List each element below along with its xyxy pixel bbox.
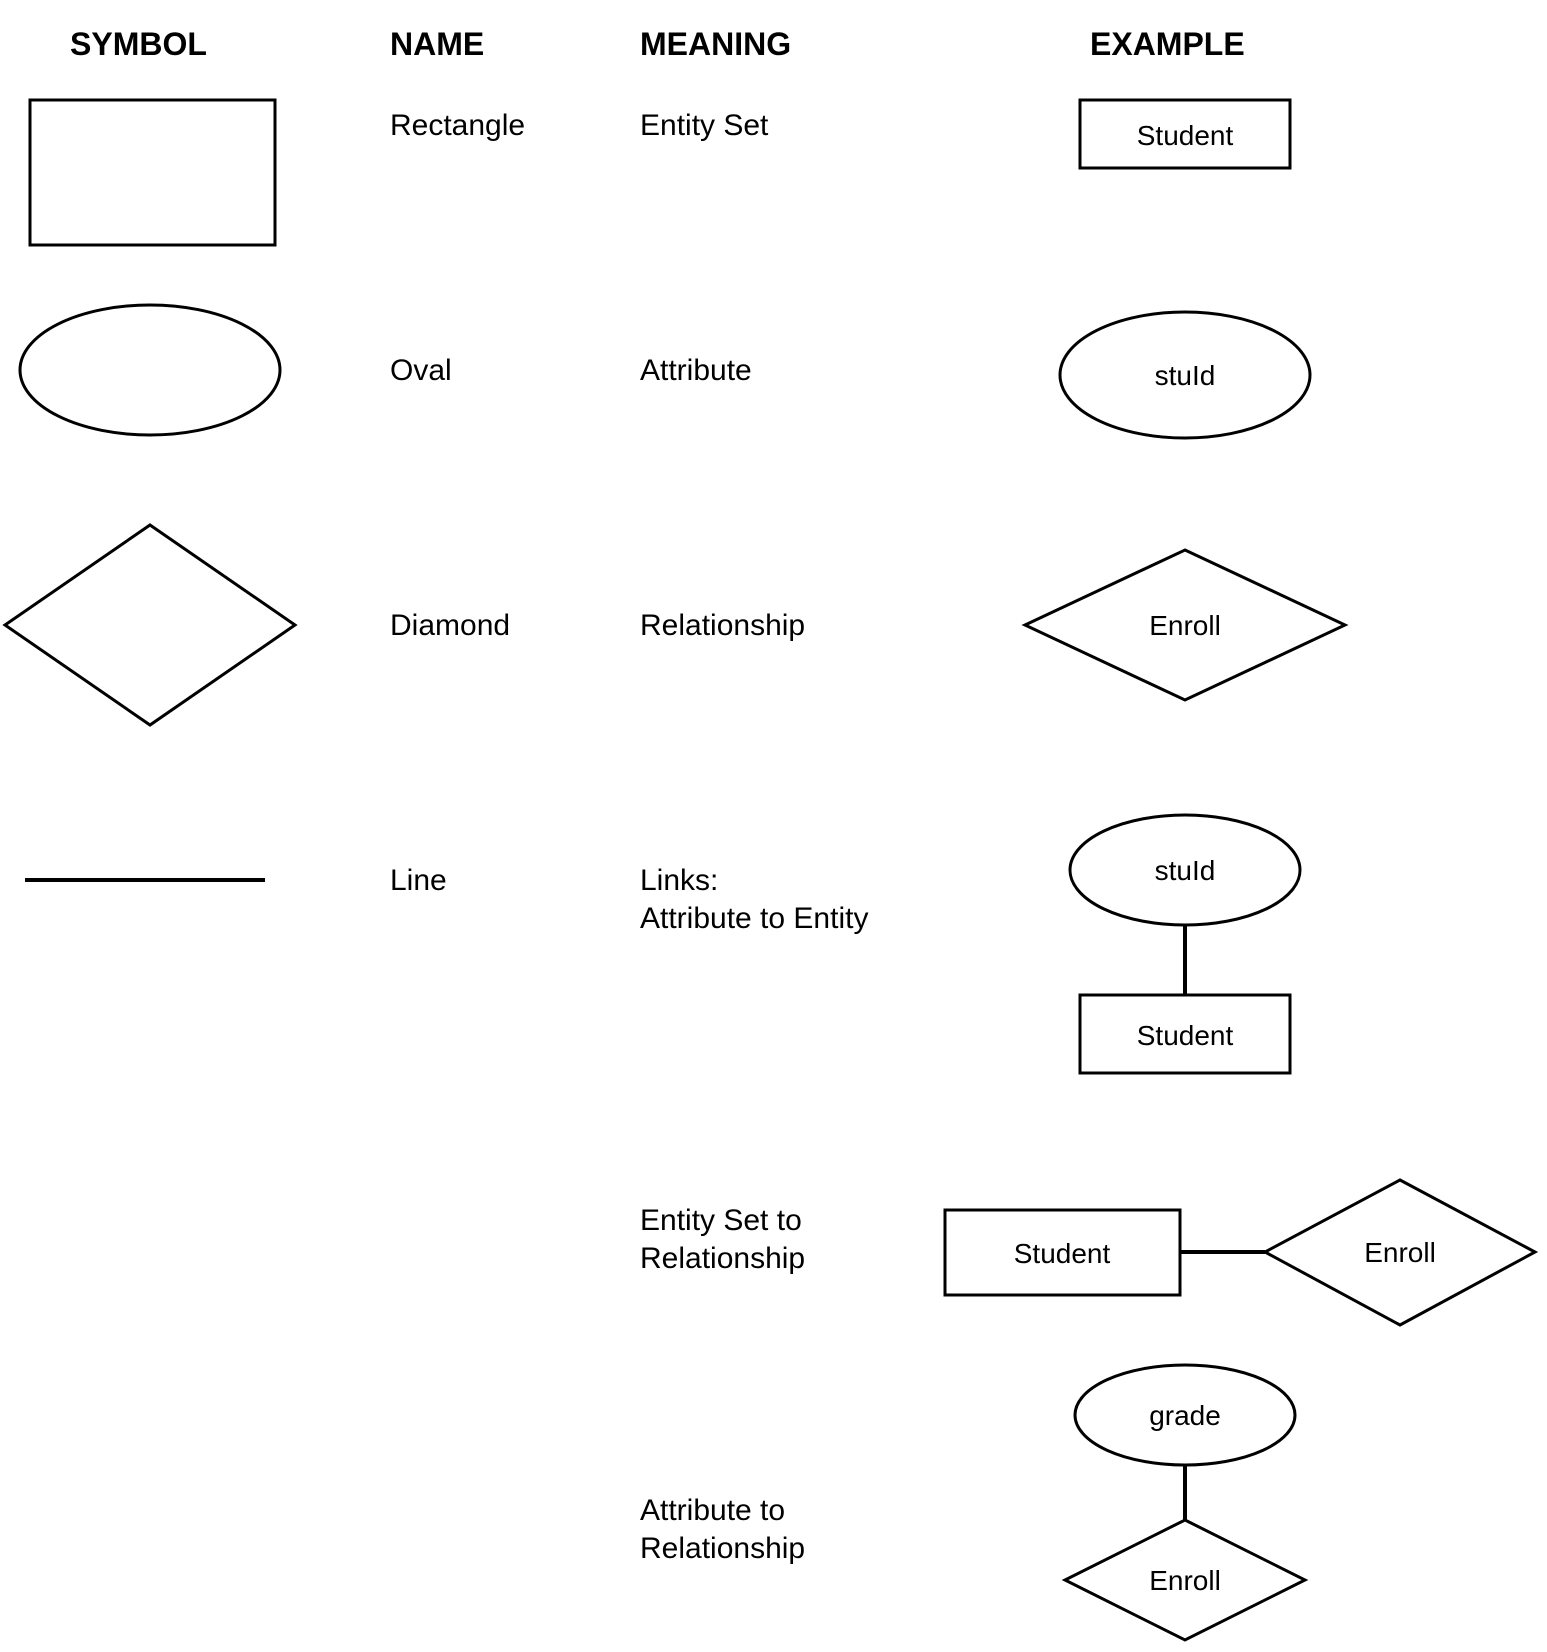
header-name: NAME xyxy=(390,26,484,62)
symbol-diamond xyxy=(5,525,295,725)
example-oval-label: stuId xyxy=(1155,360,1216,391)
er-symbols-diagram: SYMBOL NAME MEANING EXAMPLE Rectangle En… xyxy=(0,0,1547,1647)
name-diamond: Diamond xyxy=(390,609,510,642)
header-meaning: MEANING xyxy=(640,26,791,62)
meaning-links-1: Links: xyxy=(640,864,718,897)
name-rectangle: Rectangle xyxy=(390,109,525,142)
meaning-entity-set: Entity Set xyxy=(640,109,769,142)
example-link-ar-oval-label: grade xyxy=(1149,1400,1221,1431)
meaning-esr-1: Entity Set to xyxy=(640,1204,802,1237)
example-link-er-diamond-label: Enroll xyxy=(1364,1237,1436,1268)
example-rectangle-label: Student xyxy=(1137,120,1234,151)
meaning-esr-2: Relationship xyxy=(640,1242,805,1275)
name-oval: Oval xyxy=(390,354,452,387)
header-example: EXAMPLE xyxy=(1090,26,1245,62)
example-link-ae-rect-label: Student xyxy=(1137,1020,1234,1051)
example-link-ar-diamond-label: Enroll xyxy=(1149,1565,1221,1596)
symbol-oval xyxy=(20,305,280,435)
meaning-attribute: Attribute xyxy=(640,354,752,387)
meaning-relationship: Relationship xyxy=(640,609,805,642)
meaning-ar-1: Attribute to xyxy=(640,1494,785,1527)
header-symbol: SYMBOL xyxy=(70,26,207,62)
example-link-ae-oval-label: stuId xyxy=(1155,855,1216,886)
symbol-rectangle xyxy=(30,100,275,245)
name-line: Line xyxy=(390,864,447,897)
meaning-links-2: Attribute to Entity xyxy=(640,902,868,935)
meaning-ar-2: Relationship xyxy=(640,1532,805,1565)
example-diamond-label: Enroll xyxy=(1149,610,1221,641)
example-link-er-rect-label: Student xyxy=(1014,1238,1111,1269)
